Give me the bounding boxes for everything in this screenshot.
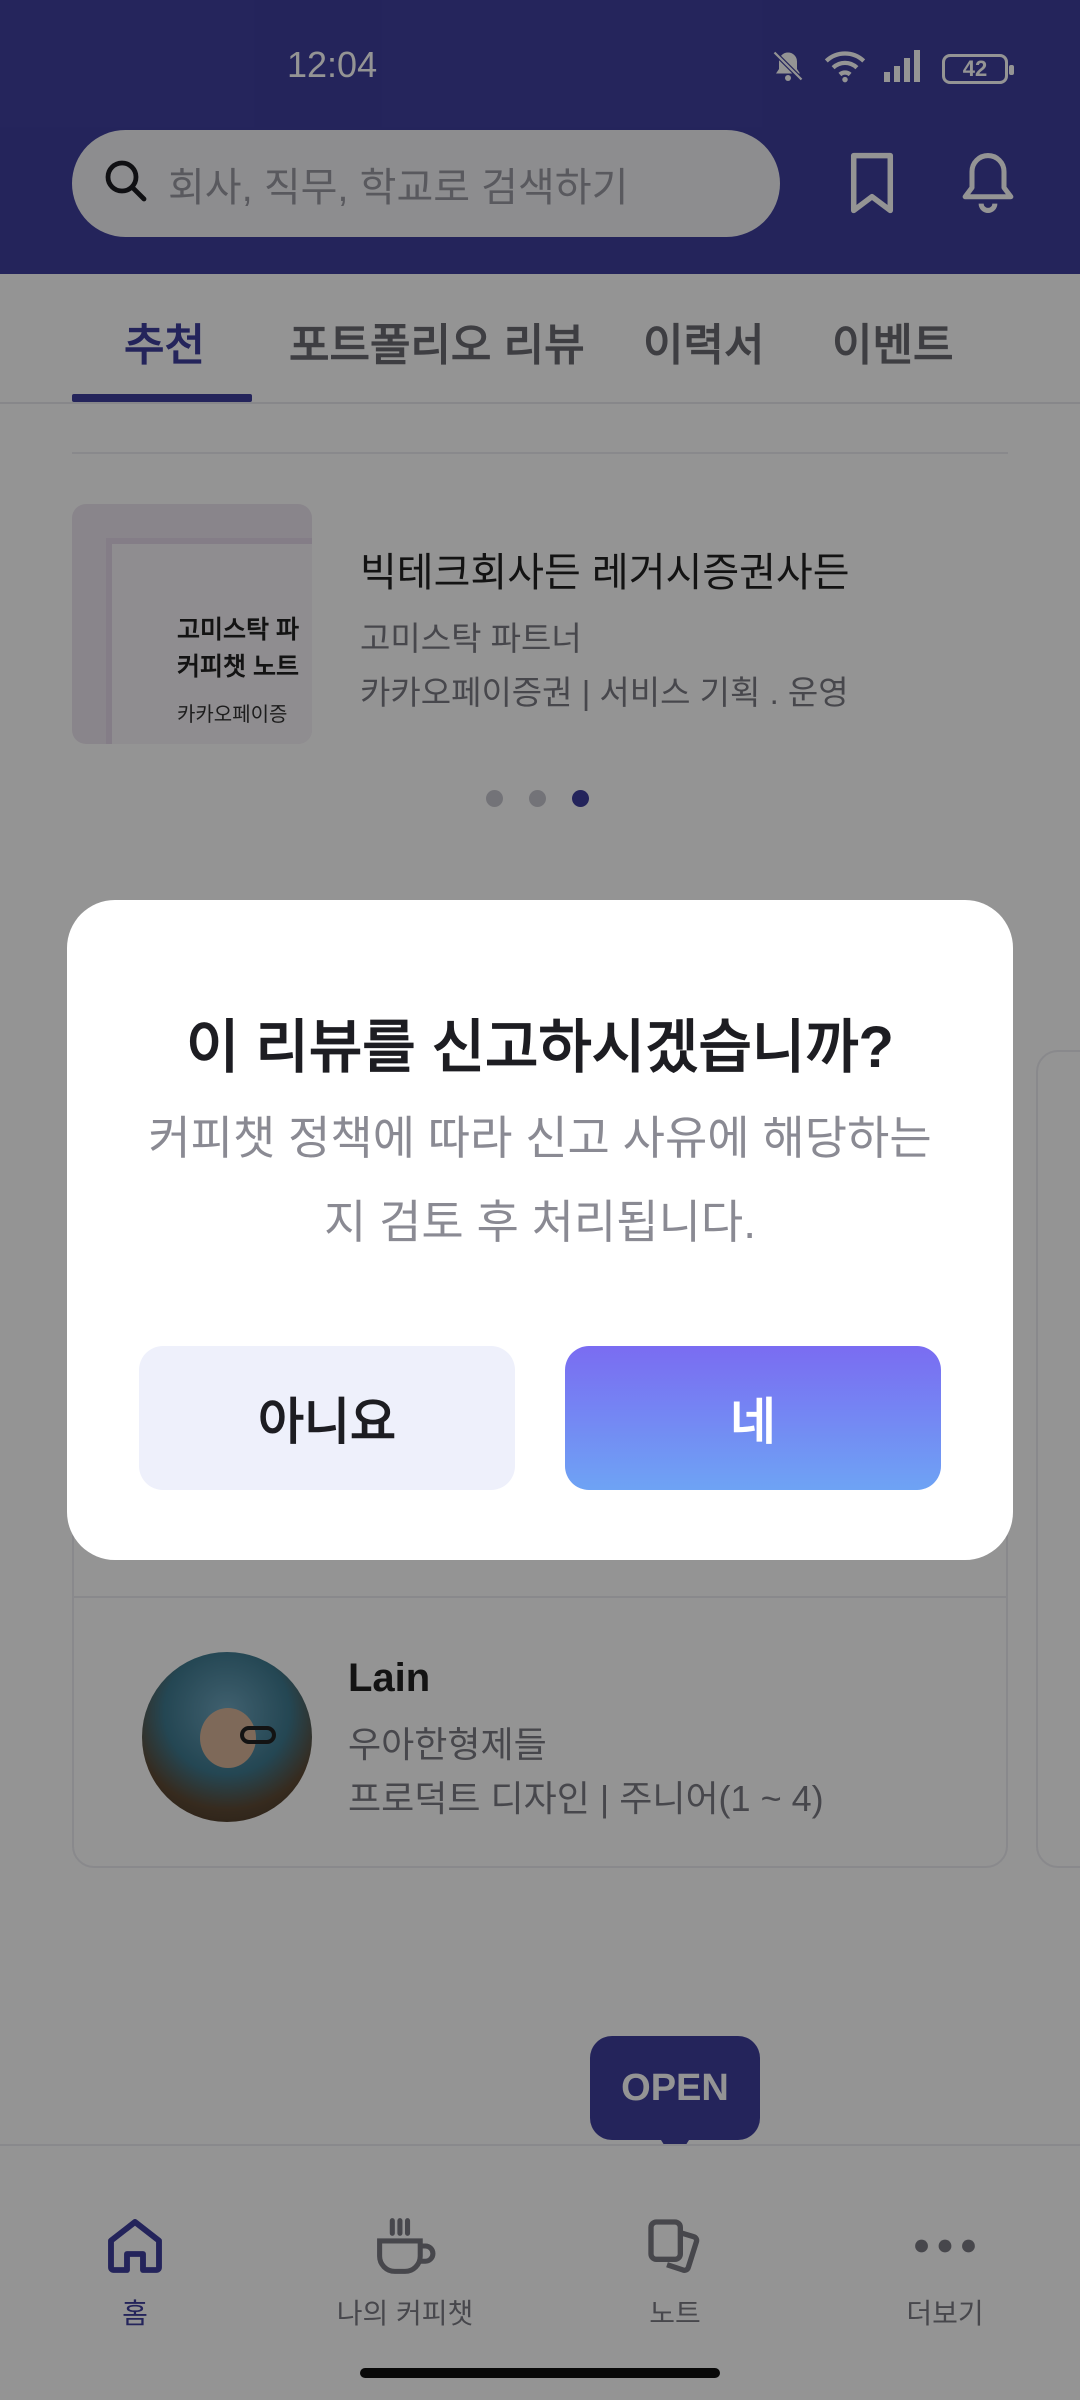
dialog-title: 이 리뷰를 신고하시겠습니까? xyxy=(186,1015,894,1080)
dialog-message: 커피챗 정책에 따라 신고 사유에 해당하는지 검토 후 처리됩니다. xyxy=(148,1112,932,1248)
report-confirm-dialog: 이 리뷰를 신고하시겠습니까? 커피챗 정책에 따라 신고 사유에 해당하는지 … xyxy=(67,900,1013,1560)
cancel-button[interactable]: 아니요 xyxy=(139,1346,515,1490)
confirm-button[interactable]: 네 xyxy=(565,1346,941,1490)
